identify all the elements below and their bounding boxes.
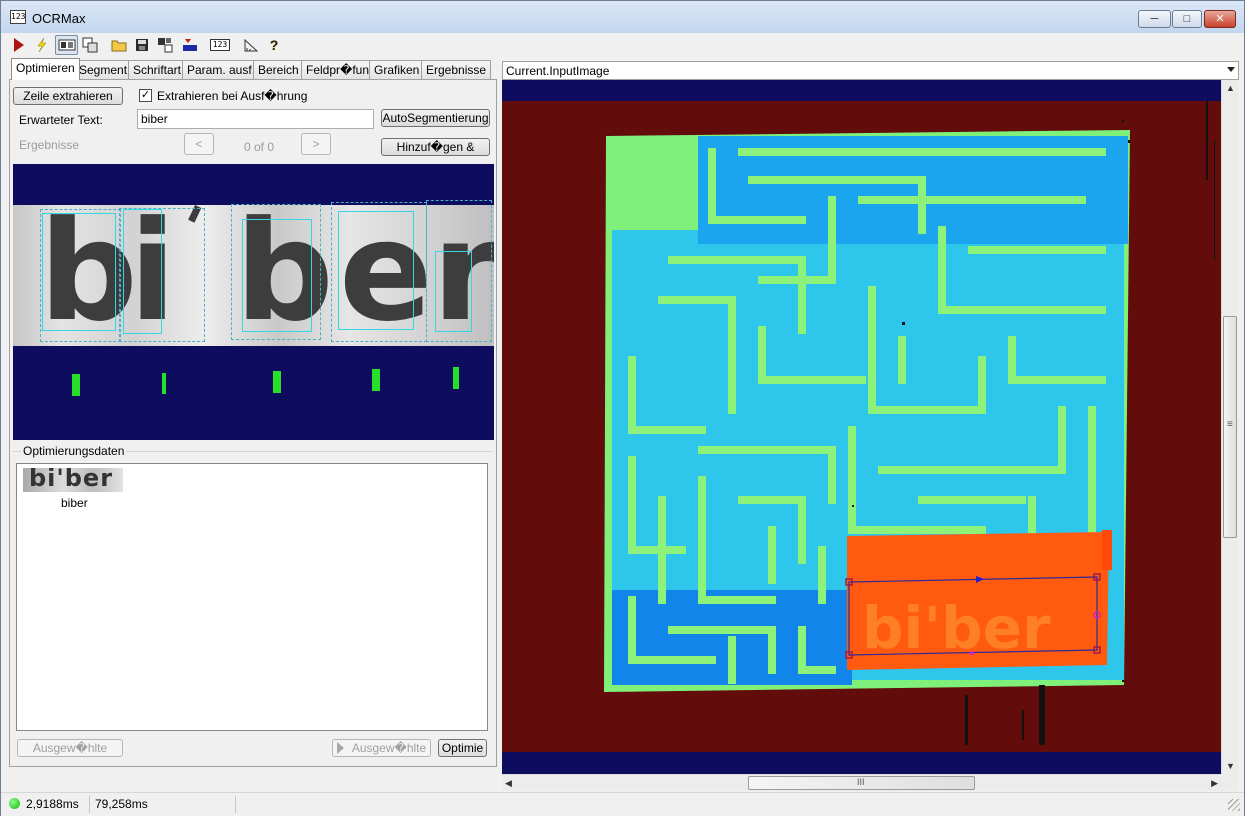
glyph-bar-b1 [72, 374, 80, 396]
glyph-bar-i [162, 373, 166, 394]
maximize-button[interactable]: □ [1172, 10, 1202, 28]
font-123-icon: 123 [209, 39, 231, 51]
glyph-bar-b2 [273, 371, 281, 393]
tab-optimieren[interactable]: Optimieren [11, 58, 80, 80]
tab-schriftart[interactable]: Schriftart [128, 60, 187, 79]
measure-icon [244, 38, 259, 52]
vertical-scrollbar[interactable]: ▲ ≡ ▼ [1221, 80, 1238, 774]
image-viewer[interactable]: bi'ber [502, 80, 1221, 774]
image-copy-icon [82, 37, 98, 53]
toolbar: 123 ? [1, 33, 1244, 57]
minimize-icon: ─ [1150, 13, 1159, 25]
scroll-corner [1221, 774, 1238, 791]
open-folder-icon [111, 40, 127, 52]
optimization-group-title: Optimierungsdaten [21, 444, 127, 458]
char-box-e[interactable] [338, 211, 414, 330]
help-icon: ? [269, 37, 279, 53]
ocr-settings-button[interactable] [55, 35, 78, 55]
horizontal-scroll-thumb[interactable]: III [748, 776, 975, 790]
page-counter: 0 of 0 [244, 140, 275, 154]
list-item-thumbnail: bi'ber [23, 468, 123, 492]
app-icon: 123 [10, 10, 26, 24]
next-result-button[interactable]: > [301, 133, 331, 155]
tab-bereich[interactable]: Bereich [253, 60, 304, 79]
status-ok-icon [9, 798, 20, 809]
scroll-grip-icon: ≡ [1227, 419, 1233, 430]
thumbnail-text: bi'ber [29, 468, 114, 492]
status-time-1-value: 2,9188ms [26, 797, 79, 811]
glyph-bar-r [453, 367, 459, 389]
extract-line-button[interactable]: Zeile extrahieren [13, 87, 123, 105]
lightning-icon [37, 37, 47, 53]
title-bar[interactable]: 123 OCRMax ─ □ ✕ [1, 1, 1244, 33]
selected-button-1[interactable]: Ausgew�hlte [17, 739, 123, 757]
glyph-bar-e [372, 369, 380, 391]
maze-image: bi'ber [604, 100, 1215, 745]
measure-button[interactable] [241, 35, 261, 55]
list-item[interactable]: bi'ber biber [23, 468, 131, 512]
selected-button-2-label: Ausgew�hlte [351, 741, 427, 755]
play-icon [336, 742, 344, 754]
export-button[interactable] [155, 35, 175, 55]
tab-grafiken[interactable]: Grafiken [369, 60, 425, 79]
scroll-up-icon[interactable]: ▲ [1226, 83, 1235, 93]
image-copy-button[interactable] [80, 35, 100, 55]
image-select[interactable]: Current.InputImage [502, 61, 1239, 80]
save-icon [136, 39, 148, 51]
window-title: OCRMax [32, 11, 86, 26]
extract-on-run-checkbox[interactable]: ✓ [139, 89, 152, 102]
scroll-grip-h-icon: III [857, 777, 865, 787]
results-label: Ergebnisse [19, 138, 80, 152]
selected-button-2[interactable]: Ausgew�hlte [332, 739, 431, 757]
font-button[interactable]: 123 [209, 35, 231, 55]
char-box-i[interactable] [123, 209, 162, 334]
scroll-left-icon[interactable]: ◀ [505, 778, 512, 789]
run-icon [14, 38, 24, 52]
expected-text-label: Erwarteter Text: [19, 113, 103, 127]
import-button[interactable] [180, 35, 200, 55]
scroll-right-icon[interactable]: ▶ [1211, 778, 1218, 789]
resize-grip-icon[interactable] [1228, 799, 1240, 811]
optimization-list[interactable]: bi'ber biber [16, 463, 488, 731]
char-box-r[interactable] [435, 251, 472, 332]
import-icon [183, 39, 197, 51]
status-time-2: 79,258ms [91, 796, 236, 813]
char-box-b2[interactable] [242, 219, 312, 332]
minimize-button[interactable]: ─ [1138, 10, 1171, 28]
chevron-down-icon [1227, 67, 1235, 72]
image-select-value: Current.InputImage [506, 64, 610, 78]
run-button[interactable] [9, 35, 29, 55]
auto-segment-button[interactable]: AutoSegmentierung [381, 109, 490, 127]
expected-text-input[interactable] [137, 109, 374, 129]
tab-ergebnisse[interactable]: Ergebnisse [421, 60, 492, 79]
lightning-button[interactable] [32, 35, 52, 55]
list-item-label: biber [61, 496, 88, 510]
extract-on-run-label: Extrahieren bei Ausf�hrung [157, 89, 308, 103]
tab-param-ausf[interactable]: Param. ausf. [182, 60, 261, 79]
help-button[interactable]: ? [264, 35, 284, 55]
open-button[interactable] [109, 35, 129, 55]
app-window: 123 OCRMax ─ □ ✕ 123 ? Optimieren Segmen… [0, 0, 1245, 816]
close-button[interactable]: ✕ [1204, 10, 1236, 28]
char-box-b1[interactable] [42, 213, 116, 331]
maximize-icon: □ [1183, 13, 1191, 25]
status-bar: 2,9188ms 79,258ms [1, 792, 1244, 816]
scroll-down-icon[interactable]: ▼ [1226, 761, 1235, 771]
tab-segment[interactable]: Segment [74, 60, 133, 79]
optimize-button[interactable]: Optimie [438, 739, 487, 757]
checkmark-icon: ✓ [140, 89, 151, 101]
character-preview[interactable]: b i ' b e r [13, 164, 494, 440]
ocr-settings-icon [58, 39, 75, 51]
status-time-1: 2,9188ms [5, 796, 90, 813]
vertical-scroll-thumb[interactable]: ≡ [1223, 316, 1237, 538]
add-button[interactable]: Hinzuf�gen & [381, 138, 490, 156]
save-button[interactable] [132, 35, 152, 55]
export-icon [158, 38, 173, 53]
horizontal-scrollbar[interactable]: ◀ III ▶ [502, 774, 1221, 791]
close-icon: ✕ [1215, 13, 1225, 25]
prev-result-button[interactable]: < [184, 133, 214, 155]
